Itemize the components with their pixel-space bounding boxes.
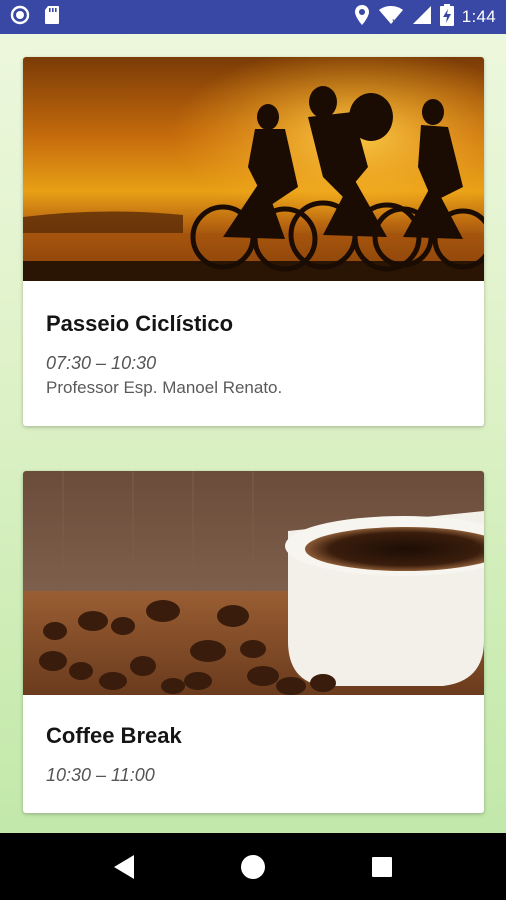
- notification-circle-icon: [10, 5, 30, 30]
- event-card-cycling[interactable]: Passeio Ciclístico 07:30 – 10:30 Profess…: [23, 57, 484, 426]
- status-bar: x 1:44: [0, 0, 506, 34]
- coffee-cup-image: [23, 471, 484, 695]
- sd-card-icon: [44, 5, 60, 30]
- card-description: Professor Esp. Manoel Renato.: [46, 378, 283, 397]
- navigation-bar: [0, 833, 506, 900]
- card-time: 07:30 – 10:30: [46, 353, 157, 373]
- svg-text:x: x: [392, 17, 398, 25]
- back-icon: [114, 854, 135, 879]
- card-title: Passeio Ciclístico: [46, 311, 234, 336]
- card-title: Coffee Break: [46, 723, 182, 748]
- battery-charging-icon: [439, 3, 454, 31]
- recents-button[interactable]: [362, 847, 402, 887]
- status-time: 1:44: [461, 7, 496, 26]
- home-icon: [240, 854, 265, 879]
- back-button[interactable]: [104, 847, 144, 887]
- location-icon: [354, 4, 370, 31]
- wifi-icon: x: [378, 5, 404, 30]
- card-time: 10:30 – 11:00: [46, 765, 155, 785]
- home-button[interactable]: [233, 847, 273, 887]
- signal-icon: [412, 5, 432, 30]
- recents-icon: [371, 856, 392, 877]
- event-card-coffee-break[interactable]: Coffee Break 10:30 – 11:00: [23, 471, 484, 813]
- cycling-sunset-image: [23, 57, 484, 281]
